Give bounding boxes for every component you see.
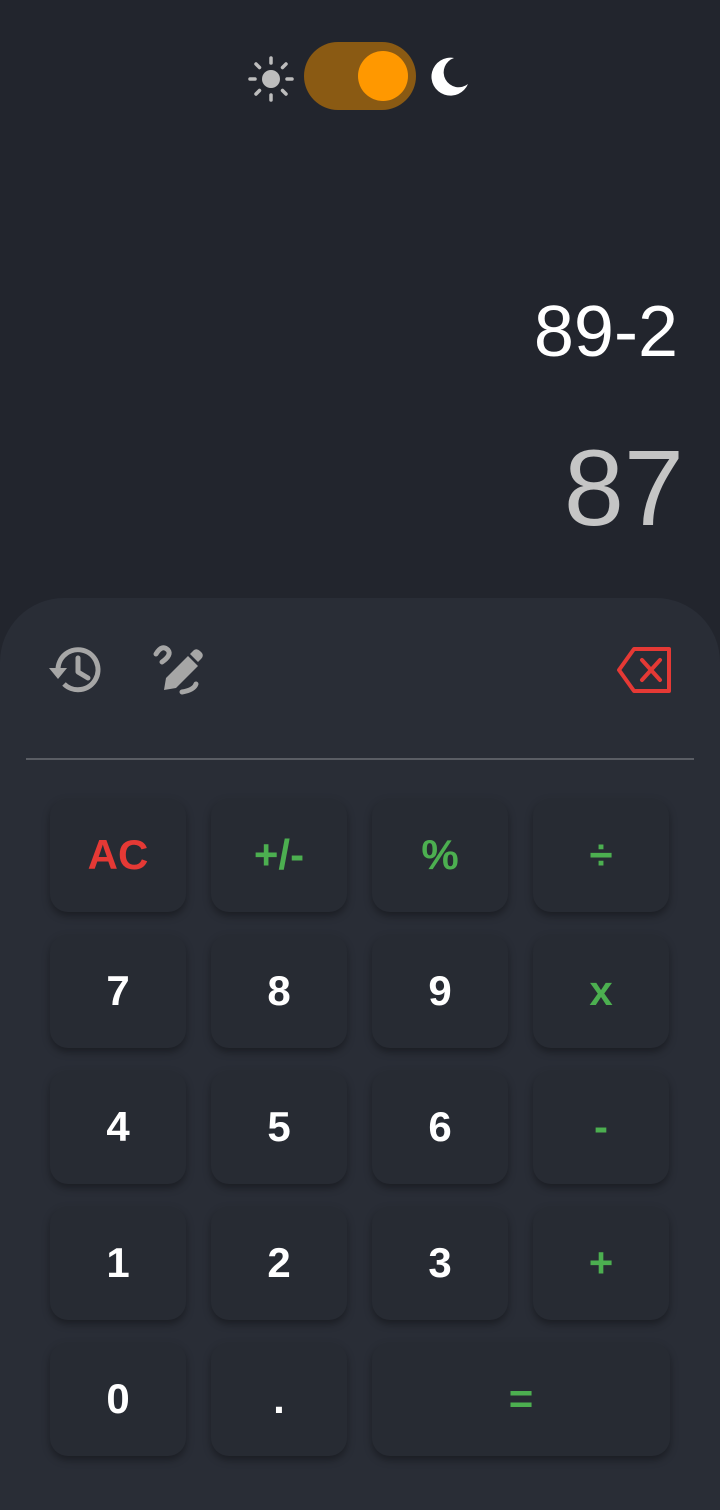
expression-display: 89-2 — [533, 292, 678, 372]
digit-5-button[interactable]: 5 — [211, 1070, 347, 1184]
sign-toggle-button[interactable]: +/- — [211, 798, 347, 912]
digit-7-button[interactable]: 7 — [50, 934, 186, 1048]
divide-button[interactable]: ÷ — [533, 798, 669, 912]
digit-8-button[interactable]: 8 — [211, 934, 347, 1048]
theme-toggle-row — [244, 42, 476, 112]
keypad-panel: AC +/- % ÷ 7 8 9 x 4 5 6 - 1 2 3 + 0 . = — [0, 598, 720, 1510]
history-icon[interactable] — [46, 640, 106, 700]
divider — [26, 758, 694, 760]
equals-button[interactable]: = — [372, 1342, 670, 1456]
minus-button[interactable]: - — [533, 1070, 669, 1184]
digit-1-button[interactable]: 1 — [50, 1206, 186, 1320]
edit-icon[interactable] — [148, 640, 208, 700]
digit-3-button[interactable]: 3 — [372, 1206, 508, 1320]
sun-icon[interactable] — [246, 54, 296, 104]
percent-button[interactable]: % — [372, 798, 508, 912]
multiply-button[interactable]: x — [533, 934, 669, 1048]
result-display: 87 — [563, 427, 684, 548]
theme-toggle-switch[interactable] — [304, 42, 416, 110]
toggle-knob — [358, 51, 408, 101]
digit-2-button[interactable]: 2 — [211, 1206, 347, 1320]
decimal-button[interactable]: . — [211, 1342, 347, 1456]
digit-9-button[interactable]: 9 — [372, 934, 508, 1048]
plus-button[interactable]: + — [533, 1206, 669, 1320]
backspace-icon[interactable] — [616, 644, 674, 696]
ac-button[interactable]: AC — [50, 798, 186, 912]
digit-6-button[interactable]: 6 — [372, 1070, 508, 1184]
digit-4-button[interactable]: 4 — [50, 1070, 186, 1184]
digit-0-button[interactable]: 0 — [50, 1342, 186, 1456]
moon-icon[interactable] — [426, 54, 472, 100]
